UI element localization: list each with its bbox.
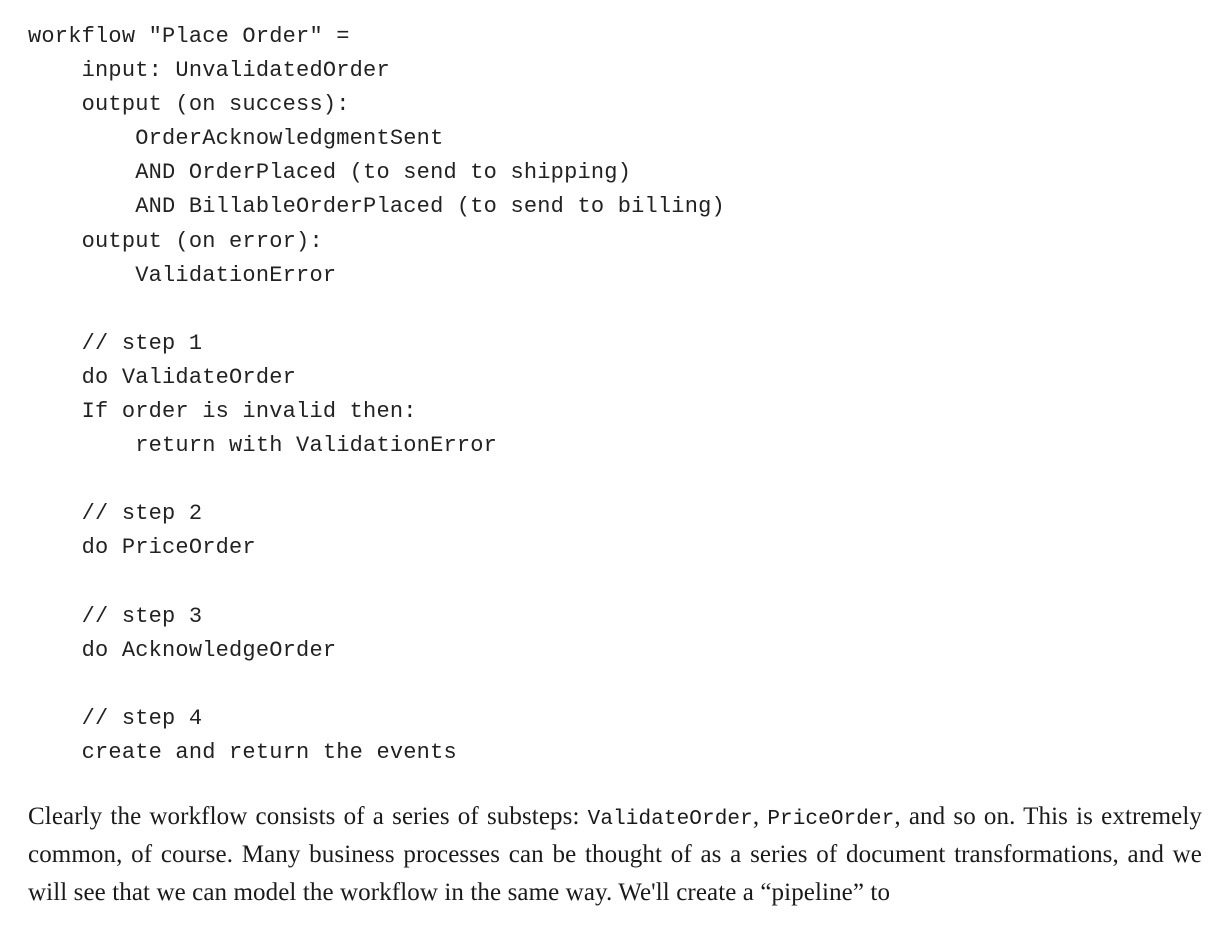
- code-line: // step 1: [28, 331, 202, 356]
- inline-code: ValidateOrder: [588, 808, 753, 831]
- code-line: create and return the events: [28, 740, 457, 765]
- code-line: workflow "Place Order" =: [28, 24, 350, 49]
- prose-text: ,: [753, 803, 768, 830]
- code-line: output (on error):: [28, 229, 323, 254]
- code-line: // step 2: [28, 501, 202, 526]
- code-line: AND BillableOrderPlaced (to send to bill…: [28, 194, 725, 219]
- code-line: do ValidateOrder: [28, 365, 296, 390]
- code-line: OrderAcknowledgmentSent: [28, 126, 443, 151]
- code-line: AND OrderPlaced (to send to shipping): [28, 160, 631, 185]
- code-line: return with ValidationError: [28, 433, 497, 458]
- code-line: ValidationError: [28, 263, 336, 288]
- inline-code: PriceOrder: [767, 808, 894, 831]
- code-line: // step 3: [28, 604, 202, 629]
- body-paragraph: Clearly the workflow consists of a serie…: [28, 798, 1202, 912]
- code-line: output (on success):: [28, 92, 350, 117]
- code-line: input: UnvalidatedOrder: [28, 58, 390, 83]
- code-line: do PriceOrder: [28, 535, 256, 560]
- code-line: // step 4: [28, 706, 202, 731]
- code-block: workflow "Place Order" = input: Unvalida…: [28, 20, 1202, 770]
- code-line: do AcknowledgeOrder: [28, 638, 336, 663]
- prose-text: Clearly the workflow consists of a serie…: [28, 803, 588, 830]
- code-line: If order is invalid then:: [28, 399, 417, 424]
